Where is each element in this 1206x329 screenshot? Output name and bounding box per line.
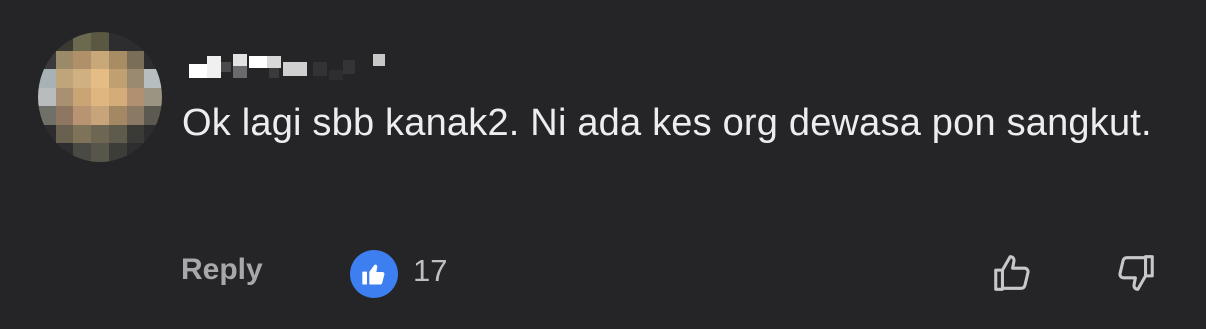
comment-body: Ok lagi sbb kanak2. Ni ada kes org dewas… [182,102,1152,144]
thumbs-up-icon [350,250,398,298]
avatar-pixel [55,50,74,70]
reply-button[interactable]: Reply [181,253,263,287]
thumbs-down-outline-icon [1118,255,1154,291]
avatar-pixel [91,69,109,88]
avatar-pixel [144,32,162,51]
author-name-redacted[interactable] [183,42,393,82]
avatar-pixel [126,32,145,51]
avatar-pixel [73,69,92,88]
avatar-pixel [55,124,74,144]
avatar-pixel [55,69,74,88]
avatar-pixel [91,143,109,162]
avatar-pixel [73,124,92,144]
avatar-pixel [91,124,109,144]
downvote-button[interactable] [1110,248,1160,298]
avatar-pixel [73,143,92,162]
avatar-pixel [108,106,127,125]
avatar-pixel [126,124,145,144]
avatar-pixel [108,143,127,162]
avatar-pixel [38,50,56,70]
avatar-pixel [38,32,56,51]
avatar-pixel [55,106,74,125]
avatar-pixel [126,69,145,88]
avatar-pixel [144,50,162,70]
avatar-pixel [108,69,127,88]
upvote-button[interactable] [988,248,1038,298]
avatar-pixel [144,69,162,88]
avatar-pixel [108,50,127,70]
like-count: 17 [413,253,448,288]
avatar-pixel [38,87,56,107]
avatar-pixel [73,32,92,51]
thumbs-up-glyph [362,264,385,285]
avatar-pixel [144,143,162,162]
avatar-pixel [144,106,162,125]
avatar-pixel [91,87,109,107]
avatar-pixel [73,87,92,107]
avatar-pixel [108,32,127,51]
avatar-pixel [55,32,74,51]
avatar-pixel [38,69,56,88]
avatar[interactable] [38,32,162,162]
avatar-pixel [55,143,74,162]
avatar-pixel [91,32,109,51]
comment-item: Ok lagi sbb kanak2. Ni ada kes org dewas… [0,0,1206,329]
avatar-pixel [108,124,127,144]
avatar-pixel [73,106,92,125]
avatar-pixel [144,87,162,107]
thumbs-up-outline-icon [994,255,1030,291]
avatar-pixel [38,143,56,162]
avatar-pixel [91,106,109,125]
avatar-pixel [108,87,127,107]
avatar-pixel [144,124,162,144]
avatar-pixel [126,106,145,125]
avatar-pixel [73,50,92,70]
avatar-pixel [126,143,145,162]
avatar-pixel [126,87,145,107]
avatar-pixel [38,106,56,125]
avatar-pixel [55,87,74,107]
avatar-pixel [38,124,56,144]
avatar-pixel [91,50,109,70]
avatar-pixel [126,50,145,70]
